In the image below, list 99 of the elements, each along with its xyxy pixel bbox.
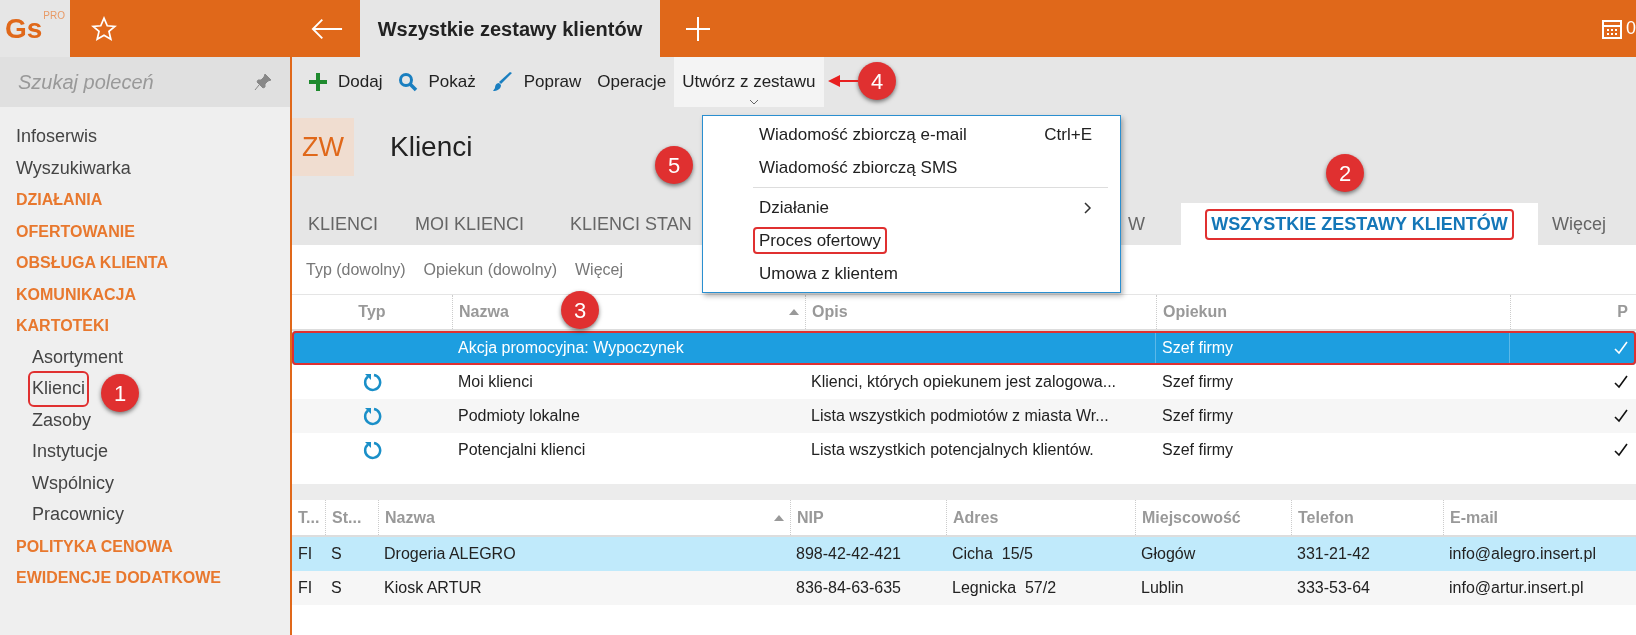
table-cell-text: Drogeria ALEGRO [384, 544, 516, 564]
sidebar-item[interactable]: Infoserwis [16, 121, 98, 153]
filter-button[interactable]: Typ (dowolny) [306, 257, 406, 282]
page-title: Klienci [390, 130, 473, 164]
search-field[interactable]: Szukaj poleceń [18, 67, 254, 97]
table-cell-text: Akcja promocyjna: Wypoczynek [458, 338, 684, 358]
menu-item[interactable]: Wiadomość zbiorczą e-mail Ctrl+E [703, 118, 1120, 151]
column-header[interactable]: NIP [797, 505, 824, 530]
toolbar-button[interactable]: Utwórz z zestawu [674, 57, 824, 107]
table-cell-text: info@artur.insert.pl [1449, 578, 1584, 598]
module-badge: ZW [292, 118, 354, 176]
column-header[interactable]: Nazwa [459, 300, 509, 324]
back-arrow-icon[interactable] [311, 17, 343, 40]
sidebar-item[interactable]: Klienci [30, 373, 88, 405]
counter-text: 0 [1626, 17, 1636, 40]
table-cell-text: Klienci, których opiekunem jest zalogowa... [811, 372, 1117, 392]
tab[interactable]: W [1120, 203, 1165, 245]
column-header[interactable]: Adres [953, 505, 999, 530]
table-cell-text: FI [298, 544, 313, 564]
refresh-icon [362, 372, 382, 392]
pin-icon[interactable] [254, 73, 272, 91]
sidebar-group[interactable]: OBSŁUGA KLIENTA [16, 247, 168, 279]
column-header[interactable]: Opis [812, 300, 848, 324]
tab[interactable]: WSZYSTKIE ZESTAWY KLIENTÓW [1181, 203, 1538, 245]
table-cell-text: Lista wszystkich podmiotów z miasta Wr... [811, 406, 1109, 426]
column-header[interactable]: St... [332, 505, 362, 530]
sidebar-item[interactable]: Pracownicy [30, 499, 127, 531]
toolbar-button[interactable]: Pokaż [390, 57, 484, 107]
column-header[interactable]: Nazwa [385, 505, 435, 530]
table-cell-text: Podmioty lokalne [458, 406, 580, 426]
table-cell-text: Potencjalni klienci [458, 440, 586, 460]
filter-button[interactable]: Więcej [575, 257, 623, 282]
tab[interactable]: MOI KLIENCI [400, 203, 560, 245]
table-cell-text: Szef firmy [1162, 338, 1234, 358]
column-header[interactable]: T... [298, 505, 320, 530]
table-cell-text: 331-21-42 [1297, 544, 1370, 564]
plus-icon [308, 72, 328, 92]
table-cell-text: Szef firmy [1162, 440, 1234, 460]
table-cell-text: Szef firmy [1162, 406, 1234, 426]
column-header[interactable]: P [1617, 300, 1628, 324]
search-icon [398, 72, 419, 92]
menu-item[interactable]: Umowa z klientem [703, 257, 1120, 290]
annotation-marker: 3 [561, 291, 599, 329]
sidebar-item[interactable]: Asortyment [30, 341, 126, 373]
shortcut-text: Ctrl+E [1044, 123, 1092, 146]
sidebar-group[interactable]: EWIDENCJE DODATKOWE [16, 562, 222, 594]
table-cell-text: 836-84-63-635 [796, 578, 901, 598]
column-header[interactable]: Miejscowość [1142, 505, 1241, 530]
column-header[interactable]: Opiekun [1163, 300, 1227, 324]
sidebar-group[interactable]: KOMUNIKACJA [16, 278, 136, 310]
table-row[interactable]: Podmioty lokalne Lista wszystkich podmiotów z miasta Wr... Szef firmy [292, 399, 1636, 433]
tab[interactable]: Więcej [1538, 203, 1618, 245]
calendar-icon[interactable] [1602, 18, 1622, 39]
sidebar-group[interactable]: OFERTOWANIE [16, 215, 135, 247]
table-row[interactable]: FI S Kiosk ARTUR 836-84-63-635 Legnicka 57/2 Lublin 333-53-64 info@artur.insert.pl [292, 571, 1636, 605]
refresh-icon [362, 406, 382, 426]
table-cell-text: Głogów [1141, 544, 1196, 564]
table-cell-text: S [331, 544, 342, 564]
sidebar-item[interactable]: Instytucje [30, 436, 111, 468]
table-cell-text: 333-53-64 [1297, 578, 1370, 598]
column-header[interactable]: Typ [358, 300, 386, 324]
toolbar-button[interactable]: Dodaj [300, 57, 391, 107]
table-cell-text: S [331, 578, 342, 598]
table-cell-text: Legnicka 57/2 [952, 578, 1057, 598]
table-cell-text: Lublin [1141, 578, 1184, 598]
refresh-icon [362, 440, 382, 460]
table-cell-text: Szef firmy [1162, 372, 1234, 392]
tab[interactable]: KLIENCI [292, 203, 400, 245]
toolbar-button[interactable]: Popraw [483, 57, 590, 107]
sidebar-group[interactable]: KARTOTEKI [16, 310, 110, 342]
search-field[interactable]: Szukaj poleceń [0, 57, 290, 107]
sidebar-item[interactable]: Wspólnicy [30, 467, 117, 499]
sidebar-group[interactable]: POLITYKA CENOWA [16, 530, 173, 562]
sidebar-item[interactable]: Zasoby [30, 404, 94, 436]
sidebar-group[interactable]: DZIAŁANIA [16, 184, 103, 216]
toolbar-button[interactable]: Operacje [589, 57, 675, 107]
brush-icon [491, 71, 514, 93]
table-row[interactable]: Akcja promocyjna: Wypoczynek Szef firmy [292, 331, 1636, 365]
table-cell-text: Cicha 15/5 [952, 544, 1033, 564]
chevron-right-icon [1084, 201, 1092, 214]
window-tab[interactable]: Wszystkie zestawy klientów [360, 0, 660, 57]
table-cell-text: Kiosk ARTUR [384, 578, 482, 598]
column-header[interactable]: E-mail [1450, 505, 1498, 530]
table-cell-text: FI [298, 578, 313, 598]
menu-item[interactable]: Wiadomość zbiorczą SMS [703, 151, 1120, 184]
star-icon[interactable] [91, 15, 117, 42]
plus-icon[interactable] [685, 15, 711, 42]
table-cell-text: 898-42-42-421 [796, 544, 901, 564]
table-cell-text: Lista wszystkich potencjalnych klientów. [811, 440, 1094, 460]
sort-icon [774, 514, 784, 521]
table-cell-text: info@alegro.insert.pl [1449, 544, 1596, 564]
annotation-arrow [828, 74, 858, 88]
column-header[interactable]: Telefon [1298, 505, 1354, 530]
sidebar-item[interactable]: Wyszukiwarka [16, 152, 131, 184]
table-cell-text: Moi klienci [458, 372, 533, 392]
filter-button[interactable]: Opiekun (dowolny) [423, 257, 557, 282]
sort-icon [789, 309, 799, 315]
caret-icon [748, 99, 759, 105]
table-row[interactable]: FI S Drogeria ALEGRO 898-42-42-421 Cicha 15/5 Głogów 331-21-42 info@alegro.insert.pl [292, 537, 1636, 571]
